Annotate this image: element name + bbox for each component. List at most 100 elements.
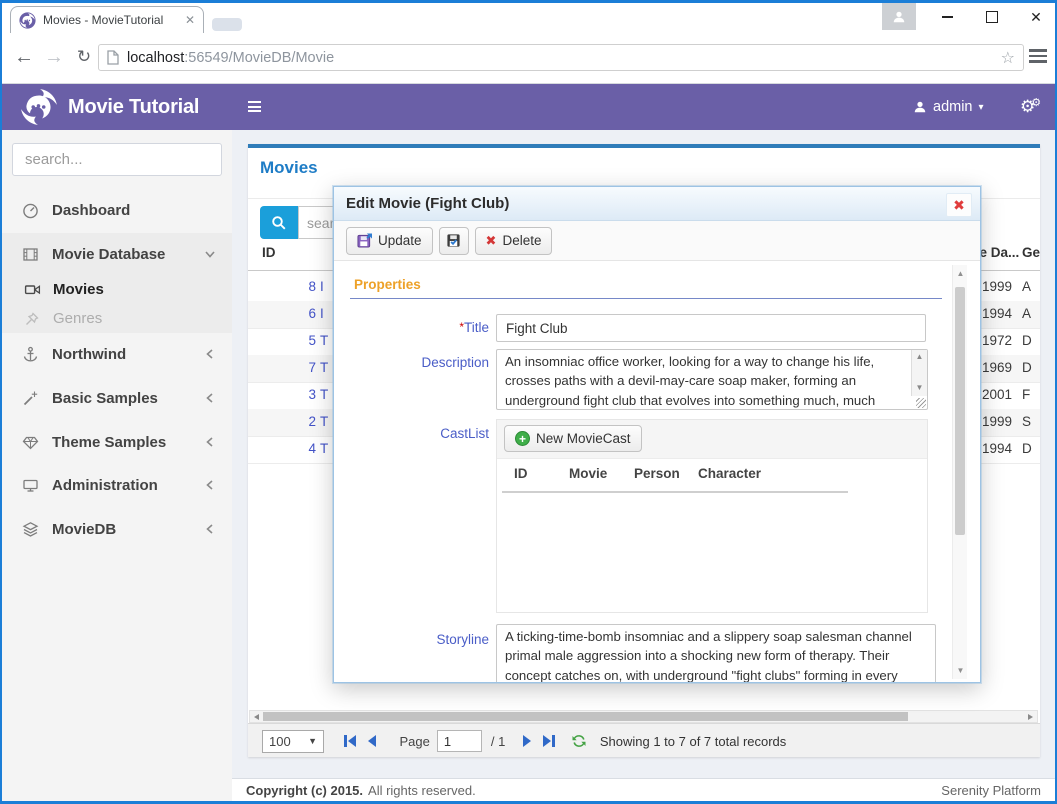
cell-id: 4: [270, 441, 316, 456]
scroll-up-icon[interactable]: ▲: [912, 352, 927, 361]
sidebar-item-theme-samples[interactable]: Theme Samples: [2, 424, 232, 460]
layers-icon: [22, 521, 39, 538]
new-moviecast-button[interactable]: + New MovieCast: [504, 425, 642, 452]
page-number-input[interactable]: [437, 730, 482, 752]
footer-copyright: Copyright (c) 2015.: [246, 783, 363, 798]
sidebar-item-label: Theme Samples: [52, 434, 166, 451]
url-text: localhost:56549/MovieDB/Movie: [127, 50, 1001, 66]
cell-title: I: [320, 306, 324, 321]
scrollbar-thumb[interactable]: [955, 287, 965, 535]
resize-grip[interactable]: [916, 398, 926, 408]
save-icon: [357, 233, 372, 248]
dialog-header[interactable]: Edit Movie (Fight Club): [334, 187, 980, 221]
description-textarea[interactable]: An insomniac office worker, looking for …: [496, 349, 928, 410]
scrollbar-thumb[interactable]: [263, 712, 908, 721]
title-field-label: *Title: [334, 320, 489, 335]
video-camera-icon: [24, 281, 41, 298]
cast-column-person[interactable]: Person: [634, 466, 680, 481]
dialog-close-button[interactable]: ✖: [946, 193, 972, 217]
back-button[interactable]: ←: [10, 42, 38, 72]
sidebar-search[interactable]: [12, 143, 222, 176]
close-icon: ✕: [1030, 9, 1042, 26]
reload-button[interactable]: ↻: [70, 42, 98, 72]
window-border: [0, 0, 1057, 3]
column-header-genre[interactable]: Genre: [1022, 245, 1040, 269]
user-menu[interactable]: admin ▾: [913, 84, 984, 130]
grid-search-button[interactable]: [260, 206, 298, 239]
dialog-title: Edit Movie (Fight Club): [346, 195, 509, 212]
window-minimize-button[interactable]: [924, 3, 970, 31]
bookmark-star-icon[interactable]: ☆: [1001, 48, 1015, 68]
description-scrollbar[interactable]: ▲ ▼: [911, 350, 927, 396]
storyline-field-label: Storyline: [334, 632, 489, 647]
sidebar-item-basic-samples[interactable]: Basic Samples: [2, 380, 232, 416]
castlist-field-label: CastList: [334, 426, 489, 441]
cell-id: 6: [270, 306, 316, 321]
new-tab-button[interactable]: [212, 18, 242, 31]
scroll-down-icon[interactable]: ▼: [953, 666, 968, 675]
first-page-button[interactable]: [344, 735, 356, 747]
sidebar-item-label: Dashboard: [52, 202, 130, 219]
sidebar: Dashboard Movie Database Movies: [2, 130, 232, 801]
refresh-icon[interactable]: [571, 733, 587, 749]
caret-down-icon: ▾: [979, 102, 984, 113]
storyline-textarea[interactable]: A ticking-time-bomb insomniac and a slip…: [496, 624, 936, 683]
sidebar-search-input[interactable]: [23, 150, 226, 169]
sidebar-toggle-button[interactable]: [248, 101, 261, 115]
cast-column-movie[interactable]: Movie: [569, 466, 607, 481]
delete-label: Delete: [502, 233, 541, 248]
app-brand[interactable]: Movie Tutorial: [68, 84, 199, 130]
browser-profile-button[interactable]: [882, 3, 916, 30]
sidebar-item-administration[interactable]: Administration: [2, 467, 232, 503]
sidebar-item-genres[interactable]: Genres: [2, 304, 232, 333]
next-page-button[interactable]: [523, 735, 531, 747]
browser-tab[interactable]: Movies - MovieTutorial ✕: [10, 6, 204, 33]
cast-column-character[interactable]: Character: [698, 466, 761, 481]
chevron-left-icon: [204, 523, 216, 535]
new-moviecast-label: New MovieCast: [536, 431, 631, 446]
tab-properties[interactable]: Properties: [354, 277, 421, 292]
settings-button[interactable]: ⚙ ⚙: [1020, 84, 1041, 130]
browser-toolbar: ← → ↻ localhost:56549/MovieDB/Movie ☆: [2, 33, 1055, 84]
footer-rights: All rights reserved.: [368, 783, 476, 798]
delete-button[interactable]: ✖ Delete: [475, 227, 553, 255]
window-close-button[interactable]: ✕: [1013, 3, 1057, 31]
castlist-grid: + New MovieCast ID Movie Person Characte…: [496, 419, 928, 613]
cell-title: T: [320, 441, 328, 456]
apply-changes-button[interactable]: [439, 227, 469, 255]
cell-id: 5: [270, 333, 316, 348]
tab-title: Movies - MovieTutorial: [43, 13, 185, 27]
page-size-select[interactable]: 100 ▼: [262, 730, 324, 753]
cast-column-id[interactable]: ID: [514, 466, 528, 481]
page-icon: [107, 50, 119, 65]
forward-button[interactable]: →: [40, 42, 68, 72]
scroll-down-icon[interactable]: ▼: [912, 383, 927, 392]
url-host: localhost: [127, 50, 184, 66]
dialog-scrollbar[interactable]: ▲ ▼: [952, 265, 967, 679]
sidebar-item-moviedb[interactable]: MovieDB: [2, 511, 232, 547]
select-caret-icon: ▼: [308, 736, 317, 746]
scroll-left-icon[interactable]: [254, 714, 259, 720]
update-button[interactable]: Update: [346, 227, 433, 255]
sidebar-item-northwind[interactable]: Northwind: [2, 336, 232, 372]
browser-menu-button[interactable]: [1029, 49, 1047, 66]
window-maximize-button[interactable]: [969, 3, 1015, 31]
title-field-input[interactable]: [496, 314, 926, 342]
scroll-right-icon[interactable]: [1028, 714, 1033, 720]
sidebar-item-dashboard[interactable]: Dashboard: [2, 192, 232, 228]
last-page-button[interactable]: [543, 735, 555, 747]
tab-close-icon[interactable]: ✕: [185, 13, 195, 27]
maximize-icon: [986, 11, 998, 23]
previous-page-button[interactable]: [368, 735, 376, 747]
footer-platform: Serenity Platform: [941, 783, 1041, 798]
sidebar-item-movie-database[interactable]: Movie Database: [2, 236, 232, 272]
horizontal-scrollbar[interactable]: [249, 710, 1038, 723]
cell-id: 2: [270, 414, 316, 429]
anchor-icon: [22, 346, 39, 363]
column-header-id[interactable]: ID: [262, 245, 276, 269]
sidebar-item-movies[interactable]: Movies: [2, 275, 232, 304]
pager-status: Showing 1 to 7 of 7 total records: [600, 734, 786, 749]
cell-id: 7: [270, 360, 316, 375]
address-bar[interactable]: localhost:56549/MovieDB/Movie ☆: [98, 44, 1024, 71]
scroll-up-icon[interactable]: ▲: [953, 269, 968, 278]
